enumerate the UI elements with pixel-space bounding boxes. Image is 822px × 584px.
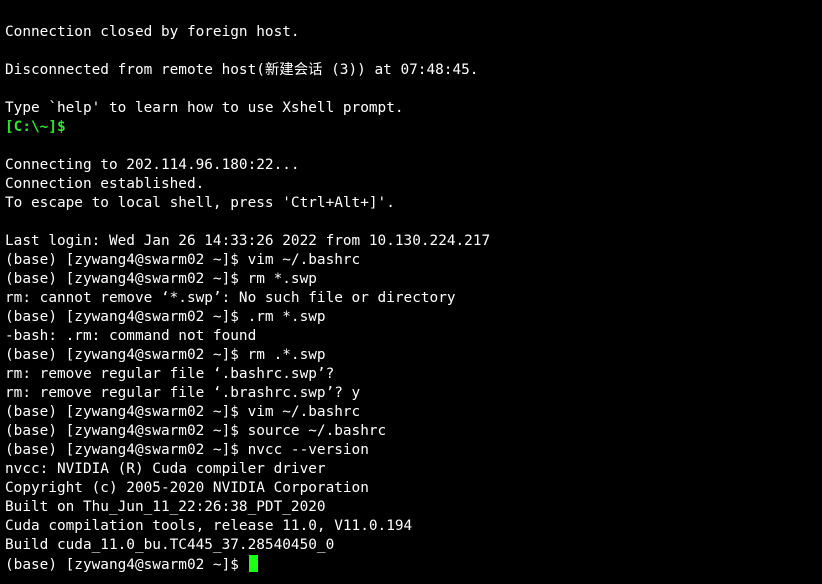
terminal-line: rm: cannot remove ‘*.swp’: No such file … [5,290,456,306]
terminal-line: (base) [zywang4@swarm02 ~]$ nvcc --versi… [5,442,369,458]
terminal-line: Copyright (c) 2005-2020 NVIDIA Corporati… [5,480,369,496]
terminal-line: Cuda compilation tools, release 11.0, V1… [5,518,413,534]
terminal-line: (base) [zywang4@swarm02 ~]$ rm .*.swp [5,347,326,363]
terminal-line: (base) [zywang4@swarm02 ~]$ vim ~/.bashr… [5,404,361,420]
terminal-line: Last login: Wed Jan 26 14:33:26 2022 fro… [5,233,491,249]
terminal-window[interactable]: Connection closed by foreign host. Disco… [0,0,822,584]
terminal-line: Built on Thu_Jun_11_22:26:38_PDT_2020 [5,499,326,515]
terminal-line: Connection closed by foreign host. [5,24,300,40]
terminal-line: Connection established. [5,176,205,192]
terminal-line: -bash: .rm: command not found [5,328,257,344]
terminal-line: (base) [zywang4@swarm02 ~]$ source ~/.ba… [5,423,387,439]
current-prompt: (base) [zywang4@swarm02 ~]$ [5,557,248,573]
terminal-line: Build cuda_11.0_bu.TC445_37.28540450_0 [5,537,335,553]
terminal-line: Disconnected from remote host(新建会话 (3)) … [5,62,479,78]
local-shell-prompt: [C:\~]$ [5,119,66,135]
terminal-line: (base) [zywang4@swarm02 ~]$ vim ~/.bashr… [5,252,361,268]
terminal-line: rm: remove regular file ‘.bashrc.swp’? [5,366,335,382]
terminal-line: (base) [zywang4@swarm02 ~]$ rm *.swp [5,271,317,287]
terminal-line: (base) [zywang4@swarm02 ~]$ .rm *.swp [5,309,326,325]
terminal-line: nvcc: NVIDIA (R) Cuda compiler driver [5,461,326,477]
terminal-line: Type `help' to learn how to use Xshell p… [5,100,404,116]
terminal-line: To escape to local shell, press 'Ctrl+Al… [5,195,395,211]
terminal-line: rm: remove regular file ‘.brashrc.swp’? … [5,385,361,401]
terminal-line: Connecting to 202.114.96.180:22... [5,157,300,173]
text-cursor[interactable] [248,555,258,572]
current-prompt-line[interactable]: (base) [zywang4@swarm02 ~]$ [5,555,822,574]
